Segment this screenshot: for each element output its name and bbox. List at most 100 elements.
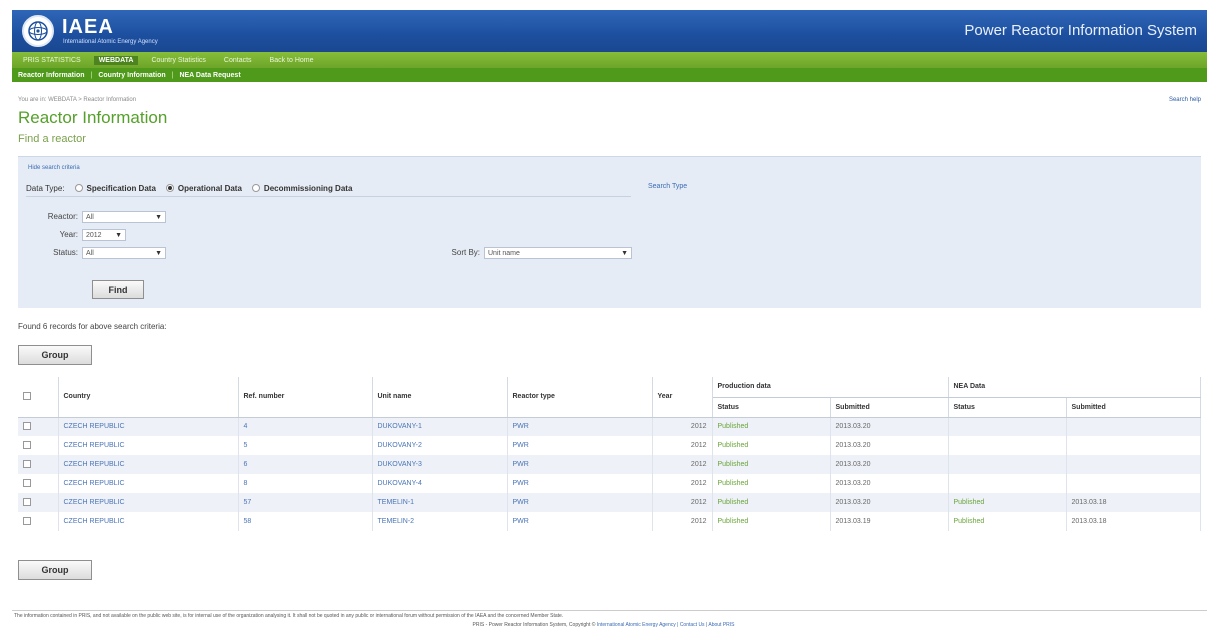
reactor-type-cell: PWR: [507, 436, 653, 455]
table-row: CZECH REPUBLIC 5 DUKOVANY-2 PWR 2012 Pub…: [18, 436, 1201, 455]
table-row: CZECH REPUBLIC 4 DUKOVANY-1 PWR 2012 Pub…: [18, 417, 1201, 436]
reactor-select[interactable]: All ▼: [82, 211, 166, 223]
country-cell[interactable]: CZECH REPUBLIC: [58, 417, 239, 436]
row-checkbox[interactable]: [23, 497, 31, 506]
nav-item-pris-statistics[interactable]: PRIS STATISTICS: [18, 56, 86, 65]
radio-dot-icon[interactable]: [251, 184, 260, 192]
year-cell: 2012: [652, 493, 713, 512]
unit-name-link[interactable]: DUKOVANY-3: [372, 455, 508, 474]
ref-cell: 58: [238, 512, 373, 531]
nea-status-link[interactable]: Published: [948, 512, 1067, 531]
reactor-type-cell: PWR: [507, 512, 653, 531]
unit-name-link[interactable]: TEMELIN-2: [372, 512, 508, 531]
sub-nav: Reactor Information | Country Informatio…: [12, 68, 1207, 82]
production-status-link[interactable]: Published: [712, 455, 831, 474]
search-type-link[interactable]: Search Type: [648, 183, 687, 190]
breadcrumb[interactable]: You are in: WEBDATA > Reactor Informatio…: [18, 97, 136, 103]
row-checkbox[interactable]: [23, 459, 31, 468]
radio-label: Specification Data: [86, 183, 156, 193]
radio-operational-data[interactable]: Operational Data: [165, 184, 242, 193]
row-checkbox-cell: [18, 474, 59, 493]
nea-status-link[interactable]: [948, 436, 1067, 455]
production-submitted-cell: 2013.03.20: [830, 493, 949, 512]
iaea-logo-icon[interactable]: [22, 15, 54, 47]
table-row: CZECH REPUBLIC 57 TEMELIN-1 PWR 2012 Pub…: [18, 493, 1201, 512]
nav-item-back-home[interactable]: Back to Home: [265, 56, 319, 65]
nea-status-link[interactable]: [948, 474, 1067, 493]
reactor-select-value: All: [86, 213, 94, 221]
ref-cell: 5: [238, 436, 373, 455]
country-cell[interactable]: CZECH REPUBLIC: [58, 436, 239, 455]
find-button[interactable]: Find: [92, 280, 144, 299]
nea-status-link[interactable]: [948, 455, 1067, 474]
row-checkbox[interactable]: [23, 440, 31, 449]
col-header-ref[interactable]: Ref. number: [238, 377, 373, 418]
row-checkbox-cell: [18, 493, 59, 512]
production-status-link[interactable]: Published: [712, 493, 831, 512]
subnav-separator: |: [171, 71, 174, 79]
radio-decommissioning-data[interactable]: Decommissioning Data: [251, 184, 352, 193]
col-header-nea-status[interactable]: Status: [948, 397, 1067, 418]
col-header-nea-submitted[interactable]: Submitted: [1066, 397, 1201, 418]
reactor-type-cell: PWR: [507, 474, 653, 493]
production-status-link[interactable]: Published: [712, 512, 831, 531]
search-panel: Hide search criteria Data Type: Specific…: [18, 156, 1201, 308]
radio-dot-selected-icon[interactable]: [165, 184, 174, 192]
year-cell: 2012: [652, 417, 713, 436]
production-status-link[interactable]: Published: [712, 436, 831, 455]
ref-cell: 57: [238, 493, 373, 512]
page-subtitle: Find a reactor: [18, 133, 86, 145]
group-button-bottom[interactable]: Group: [18, 560, 92, 580]
group-button-top[interactable]: Group: [18, 345, 92, 365]
col-header-production-status[interactable]: Status: [712, 397, 831, 418]
data-type-row: Data Type: Specification Data Operationa…: [26, 180, 631, 197]
footer-links[interactable]: International Atomic Energy Agency | Con…: [597, 622, 735, 628]
production-status-link[interactable]: Published: [712, 474, 831, 493]
subnav-item-country-information[interactable]: Country Information: [98, 72, 165, 79]
nea-submitted-cell: [1066, 436, 1201, 455]
year-select[interactable]: 2012 ▼: [82, 229, 126, 241]
unit-name-link[interactable]: DUKOVANY-1: [372, 417, 508, 436]
select-all-checkbox[interactable]: [23, 391, 31, 400]
nea-status-link[interactable]: Published: [948, 493, 1067, 512]
country-cell[interactable]: CZECH REPUBLIC: [58, 493, 239, 512]
nav-item-webdata[interactable]: WEBDATA: [93, 55, 139, 65]
nea-status-link[interactable]: [948, 417, 1067, 436]
col-header-year[interactable]: Year: [652, 377, 713, 418]
subnav-separator: |: [90, 71, 93, 79]
unit-name-link[interactable]: TEMELIN-1: [372, 493, 508, 512]
hide-criteria-link[interactable]: Hide search criteria: [28, 165, 80, 171]
row-checkbox-cell: [18, 436, 59, 455]
country-cell[interactable]: CZECH REPUBLIC: [58, 455, 239, 474]
nav-item-contacts[interactable]: Contacts: [219, 56, 257, 65]
radio-dot-icon[interactable]: [74, 184, 83, 192]
col-header-production: Production data: [712, 377, 949, 398]
search-help-link[interactable]: Search help: [1169, 97, 1201, 103]
unit-name-link[interactable]: DUKOVANY-2: [372, 436, 508, 455]
subnav-item-reactor-information[interactable]: Reactor Information: [18, 72, 85, 79]
ref-cell: 4: [238, 417, 373, 436]
row-checkbox-cell: [18, 455, 59, 474]
row-checkbox[interactable]: [23, 516, 31, 525]
nea-submitted-cell: 2013.03.18: [1066, 512, 1201, 531]
row-checkbox[interactable]: [23, 421, 31, 430]
year-label: Year:: [59, 230, 78, 239]
status-select[interactable]: All ▼: [82, 247, 166, 259]
col-header-unit[interactable]: Unit name: [372, 377, 508, 418]
col-header-country[interactable]: Country: [58, 377, 239, 418]
country-cell[interactable]: CZECH REPUBLIC: [58, 474, 239, 493]
sortby-select[interactable]: Unit name ▼: [484, 247, 632, 259]
country-cell[interactable]: CZECH REPUBLIC: [58, 512, 239, 531]
production-submitted-cell: 2013.03.20: [830, 455, 949, 474]
unit-name-link[interactable]: DUKOVANY-4: [372, 474, 508, 493]
nav-item-country-statistics[interactable]: Country Statistics: [146, 56, 210, 65]
col-header-type[interactable]: Reactor type: [507, 377, 653, 418]
production-status-link[interactable]: Published: [712, 417, 831, 436]
row-checkbox[interactable]: [23, 478, 31, 487]
radio-specification-data[interactable]: Specification Data: [74, 183, 156, 193]
reactor-type-cell: PWR: [507, 493, 653, 512]
col-header-production-submitted[interactable]: Submitted: [830, 397, 949, 418]
subnav-item-nea-data-request[interactable]: NEA Data Request: [179, 72, 240, 79]
sortby-label: Sort By:: [451, 248, 480, 257]
chevron-down-icon: ▼: [115, 231, 122, 239]
